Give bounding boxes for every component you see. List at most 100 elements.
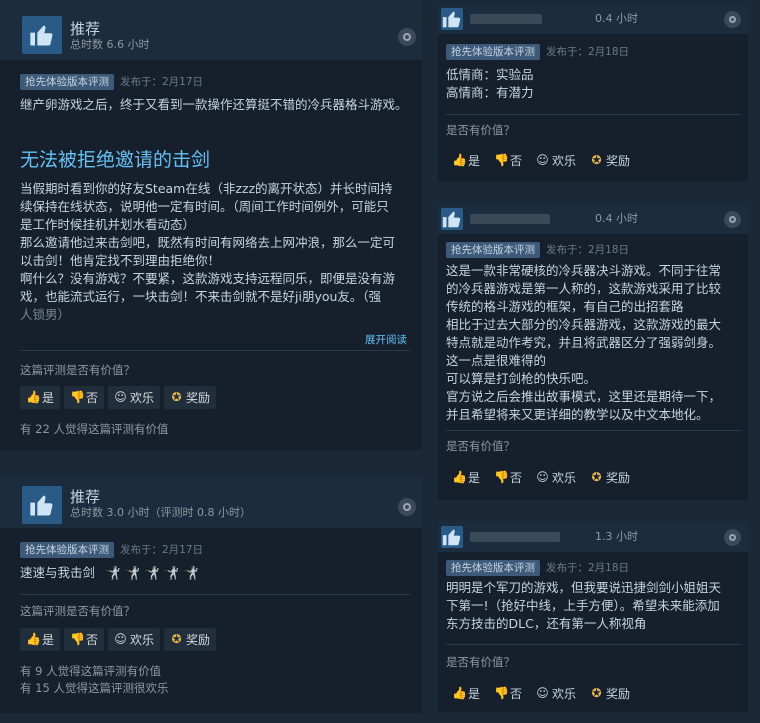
helpful-question: 这篇评测是否有价值？ [20,363,135,377]
award-button[interactable]: ✪ 奖励 [590,469,631,486]
body-line: 东方技击的DLC，还有第一人称视角 [446,616,647,631]
body-line: 这是一款非常硬核的冷兵器决斗游戏。不同于往常 [446,263,722,278]
vote-yes-button[interactable]: 👍 是 [452,469,480,486]
button-label: 欢乐 [130,391,155,405]
button-label: 奖励 [186,633,211,647]
expand-link[interactable]: 展开阅读 [365,332,407,347]
smiley-icon: ☺ [536,153,549,167]
vote-yes-button[interactable]: 👍 是 [20,628,61,651]
vote-funny-button[interactable]: ☺ 欢乐 [108,386,161,409]
early-access-tag: 抢先体验版本评测 [446,44,540,60]
body-line: 下第一!（抢好中线，上手方便）。希望未来能添加 [446,598,720,613]
review-text: 速速与我击剑 [20,565,96,580]
divider [20,350,410,351]
review-card-3: 0.4 小时 抢先体验版本评测 发布于：2月18日 低情商：实验品 高情商：有潜力… [438,4,748,182]
vote-no-button[interactable]: 👎 否 [64,628,105,651]
vote-no-button[interactable]: 👎 否 [494,469,522,486]
posted-date: 发布于：2月18日 [546,244,630,256]
divider [446,114,742,115]
body-line: 可以算是打剑枪的快乐吧。 [446,371,597,386]
steam-icon [724,211,741,228]
button-label: 奖励 [606,471,631,485]
thumbs-down-icon: 👎 [70,632,85,646]
body-line: 续保持在线状态，说明他一定有时间。（周间工作时间例外，可能只 [20,199,389,214]
smiley-icon: ☺ [536,686,549,700]
vote-buttons: 👍 是 👎 否 ☺ 欢乐 ✪ 奖励 [20,628,220,651]
review-card-1: 推荐 总时数 6.6 小时 抢先体验版本评测 发布于：2月17日 继产卵游戏之后，… [0,0,422,450]
reviewer-name-redacted [470,214,550,224]
vote-buttons: 👍 是 👎 否 ☺ 欢乐 ✪ 奖励 [20,386,220,409]
body-line: 啊什么？没有游戏？不要紧，这款游戏支持远程同乐，即便是没有游 [20,271,396,286]
playtime: 总时数 3.0 小时（评测时 0.8 小时） [70,506,251,519]
thumbs-up-icon: 👍 [452,153,467,167]
vote-funny-button[interactable]: ☺ 欢乐 [536,685,576,702]
review-body: 当假期时看到你的好友Steam在线（非zzz的离开状态）并长时间持 续保持在线状… [20,180,415,324]
thumbs-down-icon: 👎 [494,686,509,700]
reviewer-name-redacted [470,14,542,24]
button-label: 奖励 [606,687,631,701]
thumbs-up-icon [441,8,463,30]
award-button[interactable]: ✪ 奖励 [590,152,631,169]
body-line: 那么邀请他过来击剑吧，既然有时间有网络去上网冲浪，那么一定可 [20,235,396,250]
award-button[interactable]: ✪ 奖励 [590,685,631,702]
steam-icon [724,11,741,28]
reviewer-name-redacted [470,532,560,542]
body-line: 当假期时看到你的好友Steam在线（非zzz的离开状态）并长时间持 [20,181,393,196]
button-label: 是 [468,687,481,701]
divider [446,644,742,645]
divider [20,594,410,595]
body-line: 人锁男） [20,307,71,322]
early-access-tag: 抢先体验版本评测 [446,560,540,576]
vote-yes-button[interactable]: 👍 是 [452,685,480,702]
button-label: 是 [42,391,55,405]
review-body: 明明是个军刀的游戏，但我要说迅捷剑剑小姐姐天 下第一!（抢好中线，上手方便）。希… [446,579,744,633]
review-verdict: 推荐 [70,20,101,38]
review-intro: 继产卵游戏之后，终于又看到一款操作还算挺不错的冷兵器格斗游戏。 [20,97,408,112]
early-access-tag: 抢先体验版本评测 [20,542,114,558]
vote-funny-button[interactable]: ☺ 欢乐 [108,628,161,651]
playtime: 1.3 小时 [595,530,638,543]
thumbs-up-icon [22,16,62,54]
button-label: 欢乐 [552,471,577,485]
body-line: 特点就是动作考究，并且将武器区分了强弱剑身。 [446,335,722,350]
body-line: 传统的格斗游戏的框架，有自己的出招套路 [446,299,684,314]
review-body: 速速与我击剑 🤺🤺🤺🤺🤺 [20,564,203,582]
award-button[interactable]: ✪ 奖励 [164,628,217,651]
body-line: 是工作时候挂机并划水看动态） [20,217,196,232]
review-body: 低情商：实验品 高情商：有潜力 [446,66,534,102]
button-label: 是 [42,633,55,647]
smiley-icon: ☺ [114,632,127,646]
review-verdict: 推荐 [70,488,101,506]
review-header: 推荐 总时数 3.0 小时（评测时 0.8 小时） [0,476,422,528]
body-line: 明明是个军刀的游戏，但我要说迅捷剑剑小姐姐天 [446,580,722,595]
review-card-5: 1.3 小时 抢先体验版本评测 发布于：2月18日 明明是个军刀的游戏，但我要说迅… [438,522,748,712]
smiley-icon: ☺ [536,470,549,484]
review-header: 0.4 小时 [438,4,748,34]
button-label: 欢乐 [552,687,577,701]
vote-funny-button[interactable]: ☺ 欢乐 [536,152,576,169]
vote-buttons: 👍 是 👎 否 ☺ 欢乐 ✪ 奖励 [452,466,644,486]
body-line: 相比于过去大部分的冷兵器游戏，这款游戏的最大 [446,317,722,332]
thumbs-up-icon: 👍 [452,686,467,700]
vote-no-button[interactable]: 👎 否 [494,685,522,702]
button-label: 否 [86,391,99,405]
body-line: 官方说之后会推出故事模式，这里还是期待一下， [446,389,722,404]
vote-buttons: 👍 是 👎 否 ☺ 欢乐 ✪ 奖励 [452,682,644,702]
award-icon: ✪ [591,470,602,484]
vote-yes-button[interactable]: 👍 是 [452,152,480,169]
helpful-question: 是否有价值？ [446,123,515,137]
vote-yes-button[interactable]: 👍 是 [20,386,61,409]
vote-no-button[interactable]: 👎 否 [64,386,105,409]
button-label: 是 [468,154,481,168]
award-button[interactable]: ✪ 奖励 [164,386,217,409]
button-label: 否 [510,687,523,701]
vote-no-button[interactable]: 👎 否 [494,152,522,169]
review-header: 0.4 小时 [438,204,748,234]
review-headline: 无法被拒绝邀请的击剑 [20,149,211,171]
review-header: 1.3 小时 [438,522,748,552]
posted-date: 发布于：2月18日 [546,46,630,58]
helpful-count: 有 9 人觉得这篇评测有价值 [20,664,162,678]
vote-funny-button[interactable]: ☺ 欢乐 [536,469,576,486]
award-icon: ✪ [171,390,182,404]
playtime: 总时数 6.6 小时 [70,38,150,51]
